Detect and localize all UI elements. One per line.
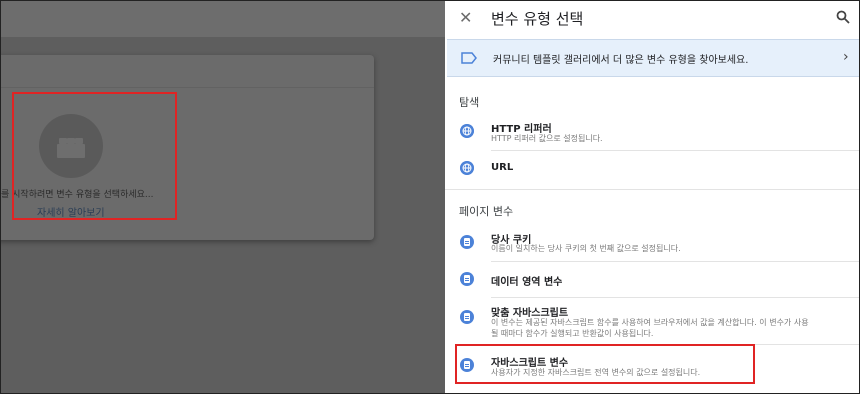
highlight-box-left — [12, 92, 177, 220]
list-item-url[interactable]: URL — [445, 153, 859, 185]
item-title: 데이터 영역 변수 — [491, 277, 563, 288]
list-item-data-layer-variable[interactable]: 데이터 영역 변수 — [445, 263, 859, 295]
list-item-custom-javascript[interactable]: 맞춤 자바스크립트 이 변수는 제공된 자바스크립트 함수를 사용하여 브라우저… — [445, 301, 859, 343]
document-icon — [460, 272, 474, 286]
community-gallery-banner[interactable]: 커뮤니티 템플릿 갤러리에서 더 많은 변수 유형을 찾아보세요. › — [447, 39, 859, 77]
list-item-first-party-cookie[interactable]: 당사 쿠키 이름이 일치하는 당사 쿠키의 첫 번째 값으로 설정됩니다. — [445, 226, 859, 260]
screenshot-frame: 를 시작하려면 변수 유형을 선택하세요... 자세히 알아보기 ✕ 변수 유형… — [0, 0, 860, 394]
search-icon[interactable] — [836, 10, 850, 24]
divider — [491, 150, 859, 151]
divider — [491, 297, 859, 298]
item-subtitle: 이름이 일치하는 당사 쿠키의 첫 번째 값으로 설정됩니다. — [491, 244, 681, 253]
item-title: URL — [491, 162, 514, 173]
tag-icon — [461, 52, 477, 64]
variable-type-panel: ✕ 변수 유형 선택 커뮤니티 템플릿 갤러리에서 더 많은 변수 유형을 찾아… — [445, 1, 859, 393]
divider — [491, 261, 859, 262]
panel-header: ✕ 변수 유형 선택 — [445, 1, 859, 37]
banner-text: 커뮤니티 템플릿 갤러리에서 더 많은 변수 유형을 찾아보세요. — [493, 55, 749, 66]
background-header — [1, 1, 445, 37]
list-item-http-referrer[interactable]: HTTP 리퍼러 HTTP 리퍼러 값으로 설정됩니다. — [445, 115, 859, 149]
globe-icon — [460, 124, 474, 138]
document-icon — [460, 310, 474, 324]
item-subtitle-line-2: 될 때마다 함수가 실행되고 반환값이 사용됩니다. — [491, 329, 654, 338]
divider — [445, 189, 859, 190]
item-subtitle: 이 변수는 제공된 자바스크립트 함수를 사용하여 브라우저에서 값을 계산합니… — [491, 318, 809, 327]
card-header — [1, 55, 374, 88]
close-icon[interactable]: ✕ — [459, 9, 472, 27]
document-icon — [460, 235, 474, 249]
panel-title: 변수 유형 선택 — [491, 10, 584, 28]
section-title-page-variables: 페이지 변수 — [459, 205, 514, 218]
chevron-right-icon: › — [843, 49, 849, 65]
highlight-box-right — [455, 344, 755, 384]
globe-icon — [460, 161, 474, 175]
section-title-navigation: 탐색 — [459, 96, 480, 109]
item-subtitle: HTTP 리퍼러 값으로 설정됩니다. — [491, 134, 603, 143]
